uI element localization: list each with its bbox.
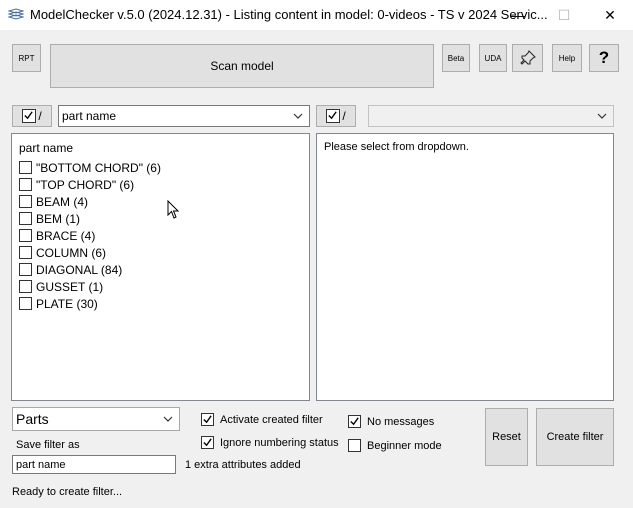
beta-button[interactable]: Beta [442,44,470,72]
status-text: Ready to create filter... [12,486,123,498]
checkbox[interactable] [19,246,32,259]
beginner-mode-label: Beginner mode [367,439,442,452]
question-button[interactable]: ? [589,44,619,72]
list-item-label: GUSSET (1) [36,279,104,294]
list-item-label: PLATE (30) [36,296,98,311]
app-icon [8,8,24,20]
list-item-label: BRACE (4) [36,228,96,243]
chevron-down-icon [293,113,303,119]
save-filter-label: Save filter as [16,439,80,451]
checkbox[interactable] [19,263,32,276]
list-item[interactable]: DIAGONAL (84) [19,261,122,278]
checkbox[interactable] [19,195,32,208]
checkbox[interactable] [19,161,32,174]
save-filter-value: part name [16,458,66,471]
mouse-cursor-icon [167,200,179,219]
list-item-label: "TOP CHORD" (6) [36,177,135,192]
ignore-numbering-checkbox[interactable] [201,436,214,449]
no-messages-option[interactable]: No messages [348,415,434,428]
window-title: ModelChecker v.5.0 (2024.12.31) - Listin… [30,7,548,22]
help-button[interactable]: Help [552,44,582,72]
scan-model-button[interactable]: Scan model [50,44,434,88]
beginner-mode-option[interactable]: Beginner mode [348,439,442,452]
checkbox[interactable] [19,280,32,293]
right-value-list[interactable]: Please select from dropdown. [316,133,614,401]
check-all-label: / [342,109,346,123]
list-item[interactable]: COLUMN (6) [19,244,106,261]
save-filter-input[interactable]: part name [12,455,176,474]
list-item[interactable]: GUSSET (1) [19,278,103,295]
reset-button[interactable]: Reset [485,408,528,466]
checkbox[interactable] [19,297,32,310]
list-item-label: BEAM (4) [36,194,89,209]
pin-button[interactable] [512,44,543,72]
list-item[interactable]: BEM (1) [19,210,80,227]
list-item-label: BEM (1) [36,211,81,226]
list-item[interactable]: "TOP CHORD" (6) [19,176,134,193]
list-item-label: DIAGONAL (84) [36,262,123,277]
placeholder-message: Please select from dropdown. [324,141,469,153]
checkbox[interactable] [19,212,32,225]
list-item[interactable]: BEAM (4) [19,193,88,210]
close-button[interactable]: ✕ [587,0,633,30]
list-header: part name [19,141,74,155]
check-all-label: / [38,109,42,123]
checkbox-icon [22,109,37,123]
activate-filter-checkbox[interactable] [201,413,214,426]
beginner-mode-checkbox[interactable] [348,439,361,452]
list-item[interactable]: BRACE (4) [19,227,95,244]
chevron-down-icon [597,113,607,119]
maximize-button[interactable]: ☐ [541,0,587,30]
left-attribute-value: part name [62,109,117,123]
object-type-dropdown[interactable]: Parts [12,407,180,431]
list-item[interactable]: PLATE (30) [19,295,98,312]
left-attribute-dropdown[interactable]: part name [58,105,310,127]
create-filter-button[interactable]: Create filter [536,408,614,466]
activate-filter-option[interactable]: Activate created filter [201,413,323,426]
left-value-list[interactable]: part name "BOTTOM CHORD" (6) "TOP CHORD"… [11,133,310,401]
list-item-label: COLUMN (6) [36,245,107,260]
ignore-numbering-option[interactable]: Ignore numbering status [201,436,339,449]
title-bar: ModelChecker v.5.0 (2024.12.31) - Listin… [0,0,633,30]
pin-icon [519,50,536,65]
checkbox[interactable] [19,229,32,242]
checkbox-icon [326,109,341,123]
list-item-label: "BOTTOM CHORD" (6) [36,160,161,175]
minimize-button[interactable]: — [495,0,541,30]
no-messages-checkbox[interactable] [348,415,361,428]
rpt-button[interactable]: RPT [12,44,41,72]
activate-filter-label: Activate created filter [220,413,323,426]
ignore-numbering-label: Ignore numbering status [220,436,339,449]
no-messages-label: No messages [367,415,435,428]
uda-button[interactable]: UDA [479,44,507,72]
right-check-all-button[interactable]: / [316,105,356,127]
list-item[interactable]: "BOTTOM CHORD" (6) [19,159,161,176]
left-check-all-button[interactable]: / [12,105,52,127]
extra-attributes-text: 1 extra attributes added [185,459,301,471]
chevron-down-icon [163,416,173,422]
object-type-value: Parts [16,411,49,427]
checkbox[interactable] [19,178,32,191]
right-attribute-dropdown[interactable] [368,105,614,127]
